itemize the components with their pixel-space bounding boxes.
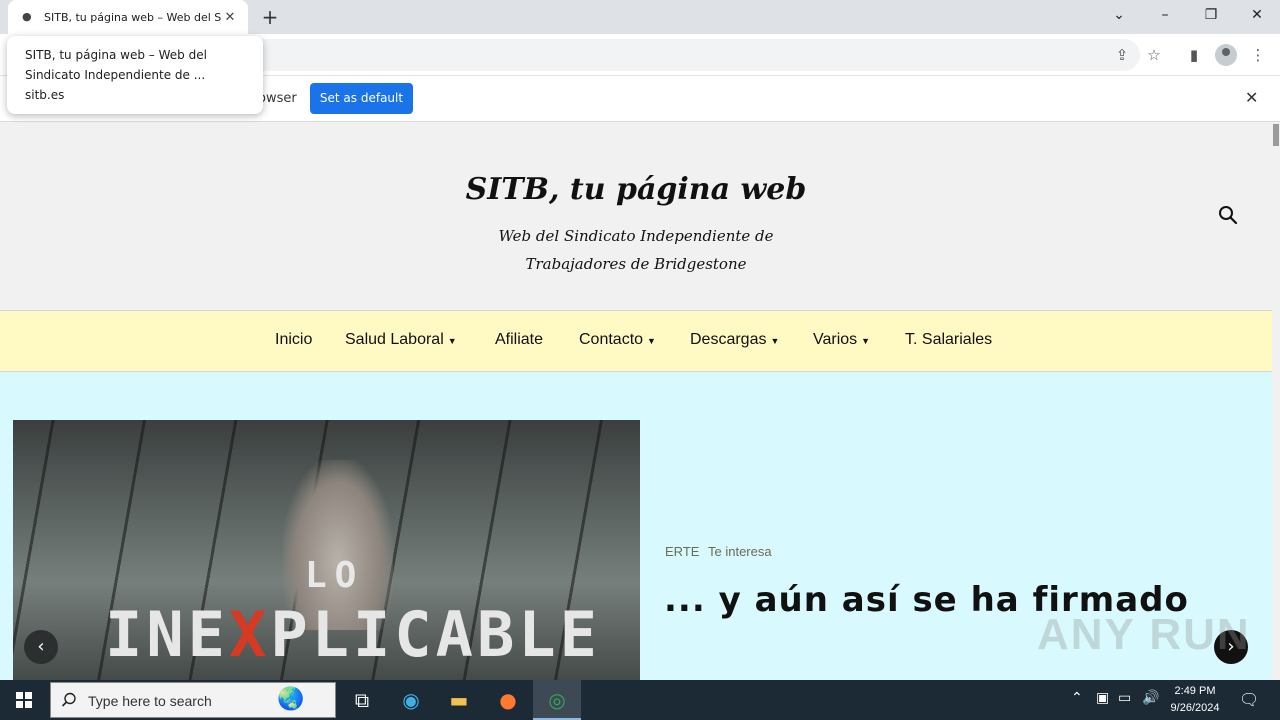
nav-item-salud-laboral[interactable]: Salud Laboral ▼ [345, 331, 457, 349]
tab-strip: ● SITB, tu página web – Web del Si ✕ + ⌄… [0, 0, 1280, 34]
tab-search-icon[interactable]: ⌄ [1096, 0, 1142, 30]
hover-card-title-line1: SITB, tu página web – Web del [25, 48, 207, 62]
nav-item-contacto[interactable]: Contacto ▼ [579, 331, 656, 349]
nav-item-varios[interactable]: Varios ▼ [813, 331, 870, 349]
tray-chevron-up-icon[interactable]: ⌃ [1071, 690, 1083, 706]
share-icon[interactable]: ⇪ [1110, 43, 1134, 67]
close-window-button[interactable]: ✕ [1234, 0, 1280, 30]
browser-tab[interactable]: ● SITB, tu página web – Web del Si ✕ [8, 0, 248, 34]
nav-item-t-salariales[interactable]: T. Salariales [905, 331, 992, 349]
nav-item-label: Descargas [690, 331, 767, 348]
hover-card-title-line2: Sindicato Independiente de ... [25, 68, 206, 82]
tray-meet-icon[interactable]: ▣ [1096, 690, 1109, 706]
close-tab-icon[interactable]: ✕ [222, 10, 238, 25]
search-icon [61, 692, 76, 707]
clock-date: 9/26/2024 [1170, 702, 1220, 714]
slide-image-text-x: X [228, 598, 271, 671]
page-scrollbar[interactable] [1272, 122, 1280, 680]
site-description: Web del Sindicato Independiente de Traba… [498, 227, 774, 273]
caret-down-icon: ▼ [861, 336, 871, 346]
menu-kebab-icon[interactable]: ⋮ [1246, 43, 1270, 67]
nav-item-label: Contacto [579, 331, 644, 348]
caret-down-icon: ▼ [447, 336, 457, 346]
edge-icon[interactable]: ◉ [387, 680, 435, 720]
slide-image-text-a: INE [105, 598, 229, 671]
caret-down-icon: ▼ [770, 336, 780, 346]
nav-item-label: Varios [813, 331, 858, 348]
clock-time: 2:49 PM [1174, 685, 1216, 697]
category-erte[interactable]: ERTE [665, 544, 699, 559]
category-te-interesa[interactable]: Te interesa [708, 544, 772, 559]
hover-card-domain: sitb.es [25, 88, 65, 102]
profile-avatar[interactable] [1215, 44, 1237, 66]
tray-volume-icon[interactable]: 🔊 [1142, 690, 1159, 706]
tab-hover-card: SITB, tu página web – Web del Sindicato … [7, 36, 263, 114]
nav-item-label: Salud Laboral [345, 331, 444, 348]
watermark-logo: ANY RUN [1037, 610, 1251, 659]
scrollbar-thumb[interactable] [1273, 124, 1279, 146]
restore-button[interactable]: ❐ [1188, 0, 1234, 30]
main-navigation: Inicio Salud Laboral ▼ Afiliate Contacto ▼… [0, 310, 1272, 372]
windows-taskbar: Type here to search 🌏 ⧉ ◉ ▬ ● ◎ ⌃ ▣ ▭ 🔊 … [0, 680, 1280, 720]
nav-item-descargas[interactable]: Descargas ▼ [690, 331, 779, 349]
slide-image-text-top: LO [305, 555, 365, 596]
side-panel-icon[interactable]: ▮ [1182, 43, 1206, 67]
task-view-icon[interactable]: ⧉ [338, 680, 386, 720]
web-page: SITB, tu página web Web del Sindicato In… [0, 122, 1272, 680]
search-icon[interactable] [1218, 205, 1238, 225]
file-explorer-icon[interactable]: ▬ [435, 680, 483, 720]
nav-item-label: T. Salariales [905, 331, 993, 348]
taskbar-search-placeholder: Type here to search [88, 693, 212, 709]
taskbar-search-box[interactable]: Type here to search 🌏 [50, 682, 336, 718]
set-default-button[interactable]: Set as default [310, 83, 413, 114]
nav-item-label: Afiliate [495, 331, 544, 348]
tab-title: SITB, tu página web – Web del Si [44, 10, 222, 24]
windows-start-icon[interactable] [0, 680, 48, 720]
close-infobar-icon[interactable]: ✕ [1245, 88, 1258, 107]
search-highlight-globe-icon: 🌏 [277, 687, 305, 712]
firefox-icon[interactable]: ● [484, 680, 532, 720]
nav-item-inicio[interactable]: Inicio [275, 331, 312, 349]
infobar-text: owser [258, 91, 297, 106]
slide-image-text-b: PLICABLE [270, 598, 601, 671]
minimize-button[interactable]: – [1142, 0, 1188, 30]
slider-prev-button[interactable]: ‹ [24, 630, 58, 664]
slide-image[interactable]: LO INEXPLICABLE [13, 420, 640, 680]
notifications-icon[interactable]: 🗨 [1239, 690, 1259, 709]
caret-down-icon: ▼ [647, 336, 656, 346]
taskbar-clock[interactable]: 2:49 PM 9/26/2024 [1160, 683, 1230, 717]
nav-item-afiliate[interactable]: Afiliate [495, 331, 543, 349]
site-title[interactable]: SITB, tu página web [0, 172, 1272, 207]
nav-item-label: Inicio [275, 331, 313, 348]
new-tab-button[interactable]: + [258, 5, 282, 29]
bookmark-star-icon[interactable]: ☆ [1142, 43, 1166, 67]
slide-image-text-main: INEXPLICABLE [105, 598, 601, 671]
site-favicon-icon: ● [22, 10, 32, 23]
tray-network-icon[interactable]: ▭ [1118, 690, 1131, 706]
chrome-icon[interactable]: ◎ [533, 680, 581, 720]
